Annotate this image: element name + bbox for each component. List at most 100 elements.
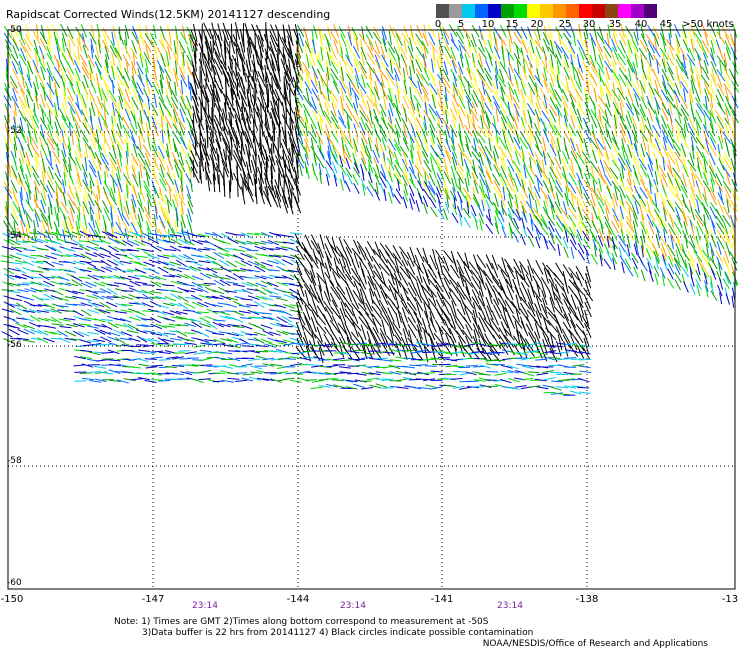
- wind-barb: [142, 284, 155, 286]
- wind-barb: [682, 200, 691, 213]
- wind-barb: [561, 88, 569, 102]
- wind-barb: [128, 366, 142, 369]
- wind-barb: [416, 247, 425, 263]
- wind-barb: [551, 380, 564, 383]
- wind-barb: [654, 273, 659, 286]
- wind-barb: [67, 52, 75, 66]
- wind-barb: [308, 290, 320, 304]
- wind-barb: [87, 331, 100, 335]
- wind-barb: [557, 150, 562, 165]
- wind-barb: [442, 76, 451, 89]
- wind-barb: [63, 317, 76, 321]
- wind-barb: [640, 269, 646, 282]
- wind-barb: [288, 317, 301, 320]
- wind-barb: [402, 95, 410, 110]
- wind-barb: [255, 355, 268, 360]
- wind-barb: [101, 351, 114, 354]
- wind-barb: [563, 66, 570, 80]
- wind-barb: [383, 189, 387, 202]
- wind-barb: [654, 170, 659, 185]
- wind-barb: [62, 192, 67, 207]
- wind-barb: [348, 129, 352, 144]
- wind-barb: [226, 281, 239, 285]
- wind-barb: [361, 268, 367, 285]
- wind-barb: [54, 206, 58, 221]
- wind-barb: [655, 116, 662, 131]
- wind-barb: [136, 157, 146, 171]
- wind-barb: [58, 46, 67, 59]
- wind-barb: [358, 81, 367, 94]
- wind-barb: [592, 206, 599, 220]
- wind-barb: [726, 262, 731, 277]
- wind-barb: [366, 186, 374, 197]
- wind-barb: [500, 103, 508, 117]
- wind-barb: [463, 76, 472, 89]
- wind-barb: [429, 191, 437, 203]
- wind-barb: [457, 186, 466, 199]
- wind-barb: [380, 116, 389, 130]
- wind-barb: [34, 186, 38, 201]
- wind-barb: [246, 185, 254, 203]
- wind-barb: [19, 39, 27, 53]
- wind-barb: [386, 259, 397, 273]
- wind-barb: [697, 165, 703, 179]
- wind-barb: [396, 378, 409, 382]
- wind-barb: [121, 254, 134, 260]
- wind-barb: [617, 53, 627, 66]
- wind-barb: [90, 79, 97, 94]
- wind-barb: [147, 200, 150, 215]
- wind-barb: [539, 88, 549, 101]
- wind-barb: [465, 110, 474, 124]
- wind-barb: [514, 385, 527, 388]
- wind-barb: [477, 125, 487, 138]
- wind-barb: [43, 260, 55, 268]
- wind-barb: [281, 290, 294, 294]
- wind-barb: [247, 343, 260, 346]
- wind-barb: [361, 343, 374, 346]
- wind-barb: [639, 39, 648, 53]
- wind-barb: [205, 315, 217, 321]
- wind-barb: [508, 108, 515, 122]
- wind-barb: [683, 88, 687, 103]
- wind-barb: [666, 136, 674, 149]
- wind-barb: [255, 165, 258, 184]
- wind-barb: [299, 164, 303, 177]
- wind-barb: [203, 282, 216, 285]
- wind-barb: [76, 178, 82, 193]
- wind-barb: [512, 231, 519, 243]
- wind-barb: [128, 345, 141, 348]
- wind-barb: [178, 40, 186, 54]
- wind-barb: [516, 363, 529, 367]
- wind-barb: [232, 254, 245, 261]
- wind-barb: [158, 215, 166, 229]
- wind-barb: [284, 159, 287, 178]
- wind-barb: [165, 343, 178, 347]
- wind-barb: [147, 136, 152, 151]
- wind-barb: [51, 261, 64, 266]
- wind-barb: [309, 284, 318, 300]
- wind-barb: [381, 26, 387, 40]
- wind-barb: [407, 260, 416, 276]
- wind-barb: [480, 31, 487, 46]
- wind-barb: [464, 124, 473, 137]
- wind-barb: [276, 371, 289, 374]
- wind-barb: [23, 249, 36, 252]
- wind-barb: [90, 102, 96, 116]
- wind-barb: [113, 246, 126, 253]
- wind-barb: [221, 365, 234, 369]
- wind-barb: [199, 272, 211, 280]
- wind-barb: [576, 108, 583, 123]
- wind-barb: [690, 194, 697, 208]
- wind-barb: [87, 193, 95, 207]
- wind-barb: [633, 171, 641, 186]
- wind-barb: [429, 197, 437, 209]
- wind-barb: [103, 208, 111, 222]
- wind-barb: [66, 88, 74, 102]
- wind-barb: [61, 135, 68, 150]
- wind-barb: [51, 24, 60, 38]
- wind-barb: [78, 206, 81, 221]
- wind-barb: [66, 61, 75, 75]
- wind-barb: [507, 81, 515, 96]
- wind-barb: [717, 102, 726, 115]
- wind-barb: [640, 143, 645, 158]
